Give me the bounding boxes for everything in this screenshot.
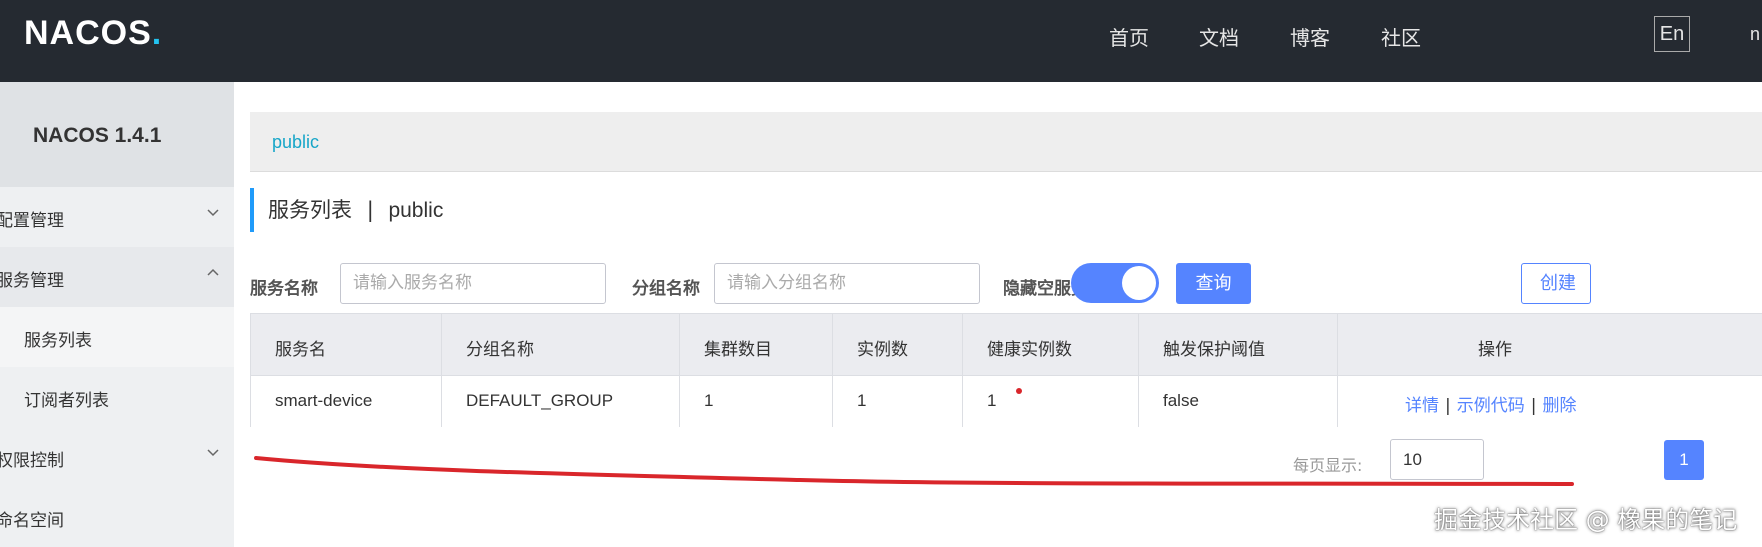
hide-empty-toggle[interactable] bbox=[1071, 263, 1159, 303]
page-size-label: 每页显示: bbox=[1293, 456, 1363, 475]
watermark: 掘金技术社区 @ 橡果的笔记 bbox=[1434, 506, 1738, 534]
nacos-logo[interactable]: NACOS. bbox=[24, 14, 162, 53]
logo-text: NACOS bbox=[24, 14, 152, 52]
row-actions: 详情 | 示例代码 | 删除 bbox=[1405, 391, 1576, 416]
cell-cluster-count: 1 bbox=[680, 376, 833, 427]
chevron-up-icon bbox=[206, 265, 220, 283]
column-header-threshold: 触发保护阈值 bbox=[1139, 314, 1338, 375]
sidebar-header: NACOS 1.4.1 bbox=[0, 82, 234, 187]
column-header-healthy-count: 健康实例数 bbox=[963, 314, 1139, 375]
chevron-down-icon bbox=[206, 445, 220, 463]
service-name-input[interactable]: 请输入服务名称 bbox=[340, 263, 606, 304]
cell-service-name: smart-device bbox=[251, 376, 442, 427]
current-page-button[interactable]: 1 bbox=[1664, 440, 1704, 480]
language-toggle-button[interactable]: En bbox=[1654, 16, 1690, 52]
column-header-operations: 操作 bbox=[1478, 340, 1512, 360]
cell-group-name: DEFAULT_GROUP bbox=[442, 376, 680, 427]
delete-link[interactable]: 删除 bbox=[1542, 396, 1576, 416]
sidebar-item-service-management[interactable]: 服务管理 bbox=[0, 247, 234, 307]
service-table: 服务名 分组名称 集群数目 实例数 健康实例数 触发保护阈值 操作 smart-… bbox=[250, 313, 1762, 427]
sidebar-item-config-management[interactable]: 配置管理 bbox=[0, 187, 234, 247]
cell-threshold: false bbox=[1139, 376, 1338, 427]
service-name-label: 服务名称 bbox=[250, 279, 318, 299]
action-separator: | bbox=[1445, 396, 1451, 416]
column-header-instance-count: 实例数 bbox=[833, 314, 963, 375]
detail-link[interactable]: 详情 bbox=[1405, 396, 1439, 416]
column-header-cluster-count: 集群数目 bbox=[680, 314, 833, 375]
nav-blog[interactable]: 博客 bbox=[1290, 22, 1330, 51]
sidebar-item-label: 服务管理 bbox=[0, 271, 64, 291]
sidebar-item-access-control[interactable]: 权限控制 bbox=[0, 427, 234, 487]
main-content: public 服务列表 | public 服务名称 请输入服务名称 分组名称 请… bbox=[234, 82, 1762, 547]
version-label: NACOS 1.4.1 bbox=[33, 124, 162, 147]
title-separator: | bbox=[366, 198, 374, 222]
page-title-text: 服务列表 bbox=[268, 198, 352, 222]
namespace-link-public[interactable]: public bbox=[272, 132, 319, 153]
sidebar-item-service-list[interactable]: 服务列表 bbox=[0, 307, 234, 367]
group-name-input[interactable]: 请输入分组名称 bbox=[714, 263, 980, 304]
sidebar-item-label: 配置管理 bbox=[0, 211, 64, 231]
create-service-button[interactable]: 创建 bbox=[1521, 263, 1591, 304]
toggle-knob bbox=[1122, 266, 1156, 300]
column-header-service-name: 服务名 bbox=[251, 314, 442, 375]
sidebar-item-label: 命名空间 bbox=[0, 511, 64, 531]
action-separator: | bbox=[1530, 396, 1537, 416]
namespace-bar: public bbox=[250, 112, 1762, 172]
sidebar-item-subscriber-list[interactable]: 订阅者列表 bbox=[0, 367, 234, 427]
sidebar-item-label: 权限控制 bbox=[0, 451, 64, 471]
user-menu[interactable]: n bbox=[1750, 24, 1760, 45]
query-button[interactable]: 查询 bbox=[1176, 263, 1251, 304]
sidebar-item-label: 服务列表 bbox=[24, 331, 92, 351]
group-name-label: 分组名称 bbox=[632, 279, 700, 299]
nav-community[interactable]: 社区 bbox=[1381, 22, 1421, 51]
cell-instance-count: 1 bbox=[833, 376, 963, 427]
page-size-select[interactable]: 10 bbox=[1390, 439, 1484, 480]
page-title: 服务列表 | public bbox=[250, 188, 443, 232]
chevron-down-icon bbox=[206, 205, 220, 223]
sidebar-item-namespace[interactable]: 命名空间 bbox=[0, 487, 234, 547]
sidebar: NACOS 1.4.1 配置管理 服务管理 服务列表 订阅者列表 权限控制 命名… bbox=[0, 82, 234, 547]
page-title-namespace: public bbox=[388, 199, 444, 222]
logo-dot: . bbox=[151, 14, 163, 52]
table-header: 服务名 分组名称 集群数目 实例数 健康实例数 触发保护阈值 操作 bbox=[251, 314, 1762, 376]
table-row: smart-device DEFAULT_GROUP 1 1 1 false 详… bbox=[251, 376, 1762, 427]
sidebar-item-label: 订阅者列表 bbox=[24, 391, 109, 411]
column-header-group-name: 分组名称 bbox=[442, 314, 680, 375]
nav-docs[interactable]: 文档 bbox=[1199, 22, 1239, 51]
nav-home[interactable]: 首页 bbox=[1109, 22, 1149, 51]
top-navbar: NACOS. 首页 文档 博客 社区 En n bbox=[0, 0, 1762, 82]
sample-code-link[interactable]: 示例代码 bbox=[1457, 396, 1525, 416]
cell-healthy-count: 1 bbox=[963, 376, 1139, 427]
